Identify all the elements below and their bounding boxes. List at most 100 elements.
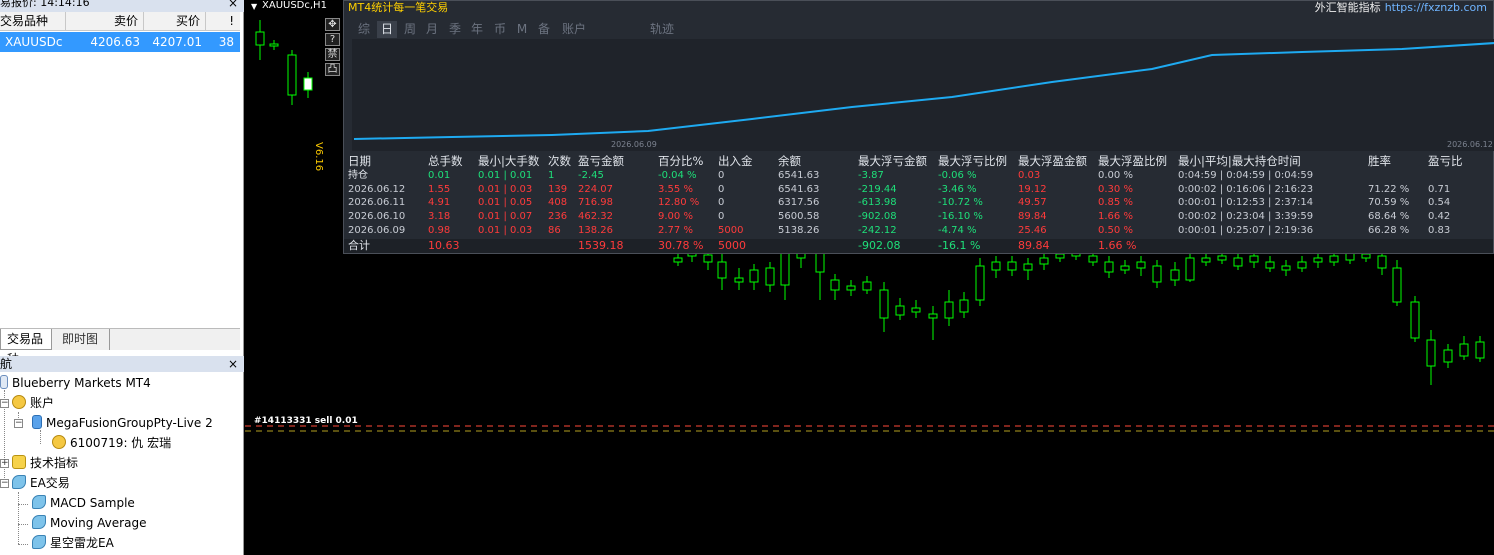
table-cell: 66.28 % <box>1368 224 1410 236</box>
close-icon[interactable]: × <box>228 356 238 372</box>
equity-curve-chart: 2026.06.09 2026.06.12 <box>352 39 1494 151</box>
tab-tick-chart[interactable]: 即时图 <box>56 329 110 350</box>
tree-item-server[interactable]: MegaFusionGroupPty-Live 2 <box>32 413 213 433</box>
table-cell: 10.63 <box>428 239 460 252</box>
table-row[interactable]: 2026.06.11 4.91 0.01 | 0.05 408 716.98 12.80 … <box>348 196 1488 210</box>
close-icon[interactable]: × <box>228 0 238 9</box>
table-cell: -219.44 <box>858 183 897 195</box>
equity-line <box>353 42 1494 140</box>
market-watch-row[interactable]: XAUUSDc 4206.63 4207.01 38 <box>0 32 240 52</box>
disable-icon[interactable]: 禁 <box>325 48 340 61</box>
tab-symbols[interactable]: 交易品种 <box>0 329 52 366</box>
collapse-toggle[interactable]: − <box>0 479 9 488</box>
candle <box>1104 256 1114 278</box>
table-cell: 5600.58 <box>778 211 820 223</box>
candle <box>1297 256 1307 272</box>
table-cell: 0 <box>718 169 725 181</box>
table-cell: 86 <box>548 224 561 236</box>
market-watch-titlebar: 易报价: 14:14:16 × <box>0 0 244 12</box>
candle <box>1410 296 1420 342</box>
panel-tab[interactable]: 币 <box>490 21 510 38</box>
table-cell: 0.50 % <box>1098 224 1133 236</box>
table-cell: 0.01 | 0.03 <box>478 224 533 236</box>
candle <box>765 262 775 292</box>
equity-curve-svg: 2026.06.09 2026.06.12 <box>353 42 1494 149</box>
tree-item-label: Moving Average <box>50 516 147 530</box>
col-symbol[interactable]: 交易品种 <box>0 12 66 31</box>
row-ask: 4207.01 <box>152 35 202 49</box>
candle <box>1475 336 1485 362</box>
expand-toggle[interactable]: + <box>0 459 9 468</box>
table-row[interactable]: 持仓 0.01 0.01 | 0.01 1 -2.45 -0.04 % 0 6541.63 -3… <box>348 169 1488 183</box>
table-cell: 2026.06.09 <box>348 224 406 236</box>
market-watch-tabs: 交易品种 即时图 <box>0 328 240 366</box>
tree-item-terminal[interactable]: Blueberry Markets MT4 <box>0 373 151 393</box>
panel-tab[interactable]: 轨迹 <box>644 21 680 38</box>
col-spread[interactable]: ! <box>206 12 240 31</box>
stats-total-row: 合计 10.63 1539.18 30.78 % 5000 -902.08 -16.1 % 8… <box>344 239 1493 253</box>
tree-item-label: 6100719: 仇 宏瑞 <box>70 436 172 450</box>
panel-tab[interactable]: 备 <box>534 21 554 38</box>
table-cell: 2026.06.11 <box>348 197 406 209</box>
tree-item-experts[interactable]: EA交易 <box>12 473 70 493</box>
table-cell: 0 <box>718 197 725 209</box>
tree-item-moving-average[interactable]: Moving Average <box>32 513 146 533</box>
chart-menu-icon[interactable]: ▼ <box>251 2 257 11</box>
table-row[interactable]: 2026.06.10 3.18 0.01 | 0.07 236 462.32 9.00 %… <box>348 210 1488 224</box>
table-cell: 138.26 <box>578 224 613 236</box>
help-icon[interactable]: ? <box>325 33 340 46</box>
table-cell: 0.42 <box>1428 211 1451 223</box>
candle <box>1233 252 1243 270</box>
candle <box>975 258 985 306</box>
table-cell: 0:00:02 | 0:23:04 | 3:39:59 <box>1178 211 1314 223</box>
table-cell: 3.18 <box>428 211 451 223</box>
candle <box>879 282 889 332</box>
tree-item-macd-sample[interactable]: MACD Sample <box>32 493 135 513</box>
candle <box>1313 252 1323 268</box>
panel-tab[interactable]: M <box>513 21 531 38</box>
server-icon <box>32 415 42 429</box>
tree-item-account[interactable]: 6100719: 仇 宏瑞 <box>52 433 171 453</box>
panel-tab[interactable]: 日 <box>377 21 397 38</box>
tree-item-starfield-ea[interactable]: 星空雷龙EA <box>32 533 114 553</box>
tree-item-label: MegaFusionGroupPty-Live 2 <box>46 416 213 430</box>
panel-tab[interactable]: 账户 <box>556 21 592 38</box>
table-row[interactable]: 2026.06.12 1.55 0.01 | 0.03 139 224.07 3.55 %… <box>348 183 1488 197</box>
table-cell: 0 <box>718 211 725 223</box>
price-chart[interactable]: ▼ XAUUSDc,H1 ✥ ? 禁 凸 V6.16 #14113331 sel… <box>245 0 1494 555</box>
table-cell: 89.84 <box>1018 211 1047 223</box>
tree-item-label: 账户 <box>30 396 55 410</box>
table-cell: -902.08 <box>858 239 901 252</box>
table-cell: -10.72 % <box>938 197 983 209</box>
col-bid[interactable]: 卖价 <box>66 12 144 31</box>
collapse-icon[interactable]: 凸 <box>325 63 340 76</box>
col-ask[interactable]: 买价 <box>144 12 206 31</box>
candle <box>673 252 683 266</box>
candle <box>911 300 921 318</box>
brand-name: 外汇智能指标 <box>1314 1 1381 14</box>
candle <box>1265 256 1275 272</box>
table-cell: 次数 <box>548 154 571 168</box>
table-cell: 0.01 <box>428 169 451 181</box>
brand-url[interactable]: https://fxznzb.com <box>1385 1 1487 14</box>
panel-tab[interactable]: 综 <box>354 21 374 38</box>
user-icon <box>52 435 66 449</box>
panel-tab[interactable]: 月 <box>422 21 442 38</box>
panel-tab[interactable]: 周 <box>400 21 420 38</box>
panel-tab[interactable]: 季 <box>445 21 465 38</box>
table-cell: 462.32 <box>578 211 613 223</box>
table-cell: -3.87 <box>858 169 884 181</box>
panel-tab[interactable]: 年 <box>467 21 487 38</box>
collapse-toggle[interactable]: − <box>0 399 9 408</box>
candle <box>1007 256 1017 276</box>
side-toolbar: ✥ ? 禁 凸 <box>325 18 341 78</box>
tree-item-accounts[interactable]: 账户 <box>12 393 54 413</box>
collapse-toggle[interactable]: − <box>14 419 23 428</box>
move-icon[interactable]: ✥ <box>325 18 340 31</box>
tree-line <box>18 524 28 525</box>
tree-item-indicators[interactable]: 技术指标 <box>12 453 78 473</box>
terminal-icon <box>0 375 8 389</box>
candle <box>959 292 969 318</box>
table-cell: 最大浮亏金额 <box>858 154 927 168</box>
table-row[interactable]: 2026.06.09 0.98 0.01 | 0.03 86 138.26 2.77 % 5… <box>348 224 1488 238</box>
